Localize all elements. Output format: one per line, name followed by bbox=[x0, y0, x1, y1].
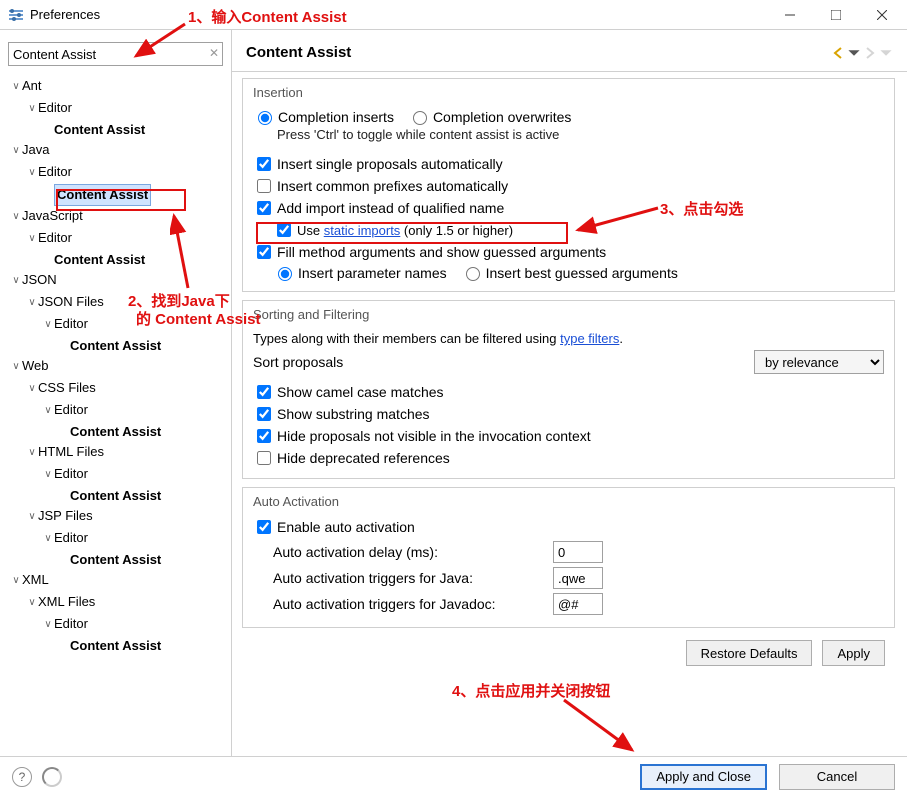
tree-node-htmlfiles[interactable]: ∨HTML Files bbox=[4, 442, 227, 464]
sort-proposals-label: Sort proposals bbox=[253, 354, 343, 370]
add-import-label: Add import instead of qualified name bbox=[277, 200, 504, 216]
tree-node-xml[interactable]: ∨XML bbox=[4, 570, 227, 592]
static-imports-link[interactable]: static imports bbox=[324, 223, 401, 238]
sidebar: ✕ ∨Ant ∨Editor Content Assist ∨Java ∨Edi… bbox=[0, 30, 232, 756]
nav-forward-icon[interactable] bbox=[863, 46, 877, 60]
completion-overwrites-radio[interactable] bbox=[413, 111, 427, 125]
hide-deprecated-checkbox[interactable] bbox=[257, 451, 271, 465]
toggle-hint: Press 'Ctrl' to toggle while content ass… bbox=[277, 127, 884, 142]
tree-node-ant-editor[interactable]: ∨Editor bbox=[4, 98, 227, 120]
page-buttons: Restore Defaults Apply bbox=[242, 636, 895, 676]
sort-proposals-select[interactable]: by relevance bbox=[754, 350, 884, 374]
completion-inserts-label: Completion inserts bbox=[278, 109, 394, 125]
camel-case-label: Show camel case matches bbox=[277, 384, 444, 400]
use-static-imports-label: Use static imports (only 1.5 or higher) bbox=[297, 222, 513, 238]
import-export-icon[interactable] bbox=[42, 767, 62, 787]
use-static-imports-checkbox[interactable] bbox=[277, 223, 291, 237]
apply-and-close-button[interactable]: Apply and Close bbox=[640, 764, 767, 790]
tree-node-javascript[interactable]: ∨JavaScript bbox=[4, 206, 227, 228]
insert-param-names-radio[interactable] bbox=[278, 267, 292, 281]
camel-case-checkbox[interactable] bbox=[257, 385, 271, 399]
enable-auto-checkbox[interactable] bbox=[257, 520, 271, 534]
tree-node-web[interactable]: ∨Web bbox=[4, 356, 227, 378]
hide-deprecated-label: Hide deprecated references bbox=[277, 450, 450, 466]
tree-node-ant[interactable]: ∨Ant bbox=[4, 76, 227, 98]
tree-node-jspfiles[interactable]: ∨JSP Files bbox=[4, 506, 227, 528]
auto-java-label: Auto activation triggers for Java: bbox=[273, 570, 553, 586]
insertion-group: Insertion Completion inserts Completion … bbox=[242, 78, 895, 292]
type-filters-link[interactable]: type filters bbox=[560, 331, 619, 346]
tree-node-java-editor[interactable]: ∨Editor bbox=[4, 162, 227, 184]
insert-single-checkbox[interactable] bbox=[257, 157, 271, 171]
window-title: Preferences bbox=[30, 7, 767, 22]
insertion-group-title: Insertion bbox=[249, 85, 307, 100]
preferences-icon bbox=[8, 7, 24, 23]
page-title: Content Assist bbox=[246, 44, 829, 61]
nav-back-menu-icon[interactable] bbox=[847, 46, 861, 60]
enable-auto-label: Enable auto activation bbox=[277, 519, 415, 535]
auto-javadoc-input[interactable] bbox=[553, 593, 603, 615]
content-pane: Content Assist Insertion Completion inse… bbox=[232, 30, 907, 756]
auto-java-input[interactable] bbox=[553, 567, 603, 589]
restore-defaults-button[interactable]: Restore Defaults bbox=[686, 640, 813, 666]
auto-javadoc-label: Auto activation triggers for Javadoc: bbox=[273, 596, 553, 612]
tree-node-xml-editor[interactable]: ∨Editor bbox=[4, 614, 227, 636]
help-icon[interactable]: ? bbox=[12, 767, 32, 787]
tree-node-java[interactable]: ∨Java bbox=[4, 140, 227, 162]
tree-node-js-editor[interactable]: ∨Editor bbox=[4, 228, 227, 250]
clear-search-icon[interactable]: ✕ bbox=[209, 46, 219, 60]
tree-node-jsp-ca[interactable]: Content Assist bbox=[4, 550, 227, 570]
insert-best-guess-label: Insert best guessed arguments bbox=[486, 265, 678, 281]
insert-prefix-label: Insert common prefixes automatically bbox=[277, 178, 508, 194]
tree-node-json-editor[interactable]: ∨Editor bbox=[4, 314, 227, 336]
nav-back-icon[interactable] bbox=[831, 46, 845, 60]
sorting-group: Sorting and Filtering Types along with t… bbox=[242, 300, 895, 479]
tree-node-json[interactable]: ∨JSON bbox=[4, 270, 227, 292]
search-input[interactable] bbox=[8, 42, 223, 66]
auto-activation-group: Auto Activation Enable auto activation A… bbox=[242, 487, 895, 628]
insert-single-label: Insert single proposals automatically bbox=[277, 156, 503, 172]
auto-activation-group-title: Auto Activation bbox=[249, 494, 343, 509]
completion-inserts-radio[interactable] bbox=[258, 111, 272, 125]
tree-node-java-ca[interactable]: Content Assist bbox=[4, 184, 227, 206]
footer-bar: ? Apply and Close Cancel bbox=[0, 756, 907, 796]
completion-overwrites-label: Completion overwrites bbox=[433, 109, 572, 125]
tree-node-html-editor[interactable]: ∨Editor bbox=[4, 464, 227, 486]
maximize-button[interactable] bbox=[813, 0, 859, 30]
tree-node-jsp-editor[interactable]: ∨Editor bbox=[4, 528, 227, 550]
substring-checkbox[interactable] bbox=[257, 407, 271, 421]
tree-node-json-ca[interactable]: Content Assist bbox=[4, 336, 227, 356]
insert-prefix-checkbox[interactable] bbox=[257, 179, 271, 193]
apply-button[interactable]: Apply bbox=[822, 640, 885, 666]
tree-node-xml-ca[interactable]: Content Assist bbox=[4, 636, 227, 656]
tree-node-html-ca[interactable]: Content Assist bbox=[4, 486, 227, 506]
hide-invoc-checkbox[interactable] bbox=[257, 429, 271, 443]
substring-label: Show substring matches bbox=[277, 406, 430, 422]
title-bar: Preferences bbox=[0, 0, 907, 30]
tree-node-css-editor[interactable]: ∨Editor bbox=[4, 400, 227, 422]
preferences-tree: ∨Ant ∨Editor Content Assist ∨Java ∨Edito… bbox=[4, 76, 227, 656]
fill-args-checkbox[interactable] bbox=[257, 245, 271, 259]
tree-node-jsonfiles[interactable]: ∨JSON Files bbox=[4, 292, 227, 314]
close-button[interactable] bbox=[859, 0, 905, 30]
fill-args-label: Fill method arguments and show guessed a… bbox=[277, 244, 606, 260]
filter-search: ✕ bbox=[8, 42, 223, 66]
cancel-button[interactable]: Cancel bbox=[779, 764, 895, 790]
nav-forward-menu-icon[interactable] bbox=[879, 46, 893, 60]
auto-delay-label: Auto activation delay (ms): bbox=[273, 544, 553, 560]
tree-node-cssfiles[interactable]: ∨CSS Files bbox=[4, 378, 227, 400]
tree-node-js-ca[interactable]: Content Assist bbox=[4, 250, 227, 270]
sorting-group-title: Sorting and Filtering bbox=[249, 307, 373, 322]
auto-delay-input[interactable] bbox=[553, 541, 603, 563]
minimize-button[interactable] bbox=[767, 0, 813, 30]
type-filters-text: Types along with their members can be fi… bbox=[253, 330, 623, 346]
insert-best-guess-radio[interactable] bbox=[466, 267, 480, 281]
content-header: Content Assist bbox=[232, 30, 907, 72]
tree-node-css-ca[interactable]: Content Assist bbox=[4, 422, 227, 442]
hide-invoc-label: Hide proposals not visible in the invoca… bbox=[277, 428, 591, 444]
add-import-checkbox[interactable] bbox=[257, 201, 271, 215]
tree-node-ant-ca[interactable]: Content Assist bbox=[4, 120, 227, 140]
tree-node-xmlfiles[interactable]: ∨XML Files bbox=[4, 592, 227, 614]
insert-param-names-label: Insert parameter names bbox=[298, 265, 447, 281]
